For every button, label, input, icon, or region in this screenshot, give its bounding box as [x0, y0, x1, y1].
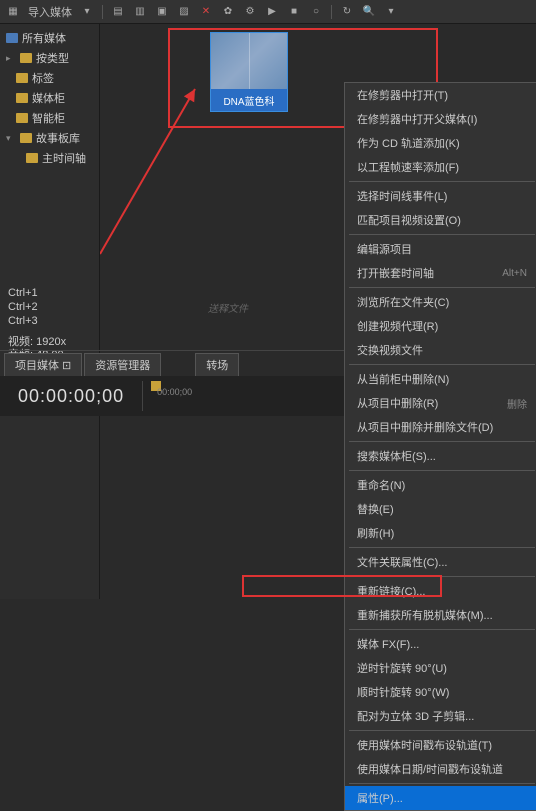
context-menu-item: 使用媒体日期/时间戳布设轨道 — [345, 757, 536, 781]
context-menu-item[interactable]: 顺时针旋转 90°(W) — [345, 680, 536, 704]
context-menu-item[interactable]: 刷新(H) — [345, 521, 536, 545]
tree-label: 故事板库 — [36, 130, 80, 146]
gear-icon[interactable]: ✿ — [221, 5, 235, 19]
context-menu-item[interactable]: 媒体 FX(F)... — [345, 632, 536, 656]
context-menu-item: 编辑源项目 — [345, 237, 536, 261]
timecode-display[interactable]: 00:00:00;00 — [0, 386, 142, 407]
tool-icon-3[interactable]: ▣ — [155, 5, 169, 19]
tree-label: 媒体柜 — [32, 90, 65, 106]
refresh-icon[interactable]: ↻ — [340, 5, 354, 19]
context-menu-item[interactable]: 替换(E) — [345, 497, 536, 521]
context-menu-item[interactable]: 从项目中删除(R)删除 — [345, 391, 536, 415]
tree-smart-bins[interactable]: 智能柜 — [0, 108, 99, 128]
stop-icon[interactable]: ■ — [287, 5, 301, 19]
context-menu-item[interactable]: 作为 CD 轨道添加(K) — [345, 131, 536, 155]
thumbnail-label: DNA蓝色科 — [211, 89, 287, 111]
folder-icon — [16, 93, 28, 103]
record-icon[interactable]: ○ — [309, 5, 323, 19]
context-menu-item[interactable]: 逆时针旋转 90°(U) — [345, 656, 536, 680]
tree-label: 所有媒体 — [22, 30, 66, 46]
dropdown-icon[interactable]: ▾ — [80, 5, 94, 19]
wrench-icon[interactable]: ⚙ — [243, 5, 257, 19]
tree-by-type[interactable]: ▸ 按类型 — [0, 48, 99, 68]
media-thumbnail[interactable]: DNA蓝色科 — [210, 32, 288, 112]
context-menu-item[interactable]: 创建视频代理(R) — [345, 314, 536, 338]
chevron-down-icon[interactable]: ▾ — [384, 5, 398, 19]
thumbnail-image — [211, 33, 287, 89]
context-menu-item: 重新链接(C)... — [345, 579, 536, 603]
content-area: DNA蓝色科 在修剪器中打开(T)在修剪器中打开父媒体(I)作为 CD 轨道添加… — [100, 24, 536, 599]
folder-icon — [20, 53, 32, 63]
folder-icon — [20, 133, 32, 143]
tree-tags[interactable]: 标签 — [0, 68, 99, 88]
folder-icon — [6, 33, 18, 43]
tab-transitions[interactable]: 转场 — [195, 353, 239, 377]
tool-icon-1[interactable]: ▤ — [111, 5, 125, 19]
file-info-label: 送释文件 — [208, 300, 248, 315]
tree-label: 标签 — [32, 70, 54, 86]
search-icon[interactable]: 🔍 — [362, 5, 376, 19]
toolbar-icon[interactable]: ▦ — [6, 5, 20, 19]
context-menu-item[interactable]: 交换视频文件 — [345, 338, 536, 362]
shortcuts-left: Ctrl+1Ctrl+2Ctrl+3 — [8, 286, 38, 328]
tab-explorer[interactable]: 资源管理器 — [84, 353, 161, 377]
tool-icon-2[interactable]: ▥ — [133, 5, 147, 19]
folder-icon — [16, 113, 28, 123]
context-menu-item[interactable]: 从项目中删除并删除文件(D) — [345, 415, 536, 439]
context-menu-item: 打开嵌套时间轴Alt+N — [345, 261, 536, 285]
tree-main-timeline[interactable]: 主时间轴 — [0, 148, 99, 168]
context-menu-item[interactable]: 在修剪器中打开(T) — [345, 83, 536, 107]
context-menu-item: 使用媒体时间戳布设轨道(T) — [345, 733, 536, 757]
import-media-button[interactable]: 导入媒体 — [28, 4, 72, 20]
context-menu: 在修剪器中打开(T)在修剪器中打开父媒体(I)作为 CD 轨道添加(K)以工程帧… — [344, 82, 536, 811]
ruler-tick: 00:00;00 — [157, 387, 192, 397]
close-x-icon[interactable]: ✕ — [199, 5, 213, 19]
tree-label: 按类型 — [36, 50, 69, 66]
tool-icon-4[interactable]: ▨ — [177, 5, 191, 19]
tree-label: 智能柜 — [32, 110, 65, 126]
folder-icon — [16, 73, 28, 83]
tree-all-media[interactable]: 所有媒体 — [0, 28, 99, 48]
tab-project-media[interactable]: 项目媒体 ⊡ — [4, 353, 82, 377]
tree-media-bins[interactable]: 媒体柜 — [0, 88, 99, 108]
minus-icon: ▾ — [6, 133, 16, 144]
context-menu-item[interactable]: 搜索媒体柜(S)... — [345, 444, 536, 468]
context-menu-item: 文件关联属性(C)... — [345, 550, 536, 574]
context-menu-item[interactable]: 选择时间线事件(L) — [345, 184, 536, 208]
tree-label: 主时间轴 — [42, 150, 86, 166]
context-menu-item[interactable]: 浏览所在文件夹(C) — [345, 290, 536, 314]
tree-storyboard[interactable]: ▾ 故事板库 — [0, 128, 99, 148]
context-menu-item: 在修剪器中打开父媒体(I) — [345, 107, 536, 131]
context-menu-item: 从当前柜中删除(N) — [345, 367, 536, 391]
context-menu-item[interactable]: 重命名(N) — [345, 473, 536, 497]
context-menu-item[interactable]: 以工程帧速率添加(F) — [345, 155, 536, 179]
top-toolbar: ▦ 导入媒体 ▾ ▤ ▥ ▣ ▨ ✕ ✿ ⚙ ▶ ■ ○ ↻ 🔍 ▾ — [0, 0, 536, 24]
plus-icon: ▸ — [6, 53, 16, 64]
folder-icon — [26, 153, 38, 163]
context-menu-item: 配对为立体 3D 子剪辑... — [345, 704, 536, 728]
context-menu-item[interactable]: 重新捕获所有脱机媒体(M)... — [345, 603, 536, 627]
play-icon[interactable]: ▶ — [265, 5, 279, 19]
context-menu-item[interactable]: 属性(P)... — [345, 786, 536, 810]
context-menu-item[interactable]: 匹配项目视频设置(O) — [345, 208, 536, 232]
